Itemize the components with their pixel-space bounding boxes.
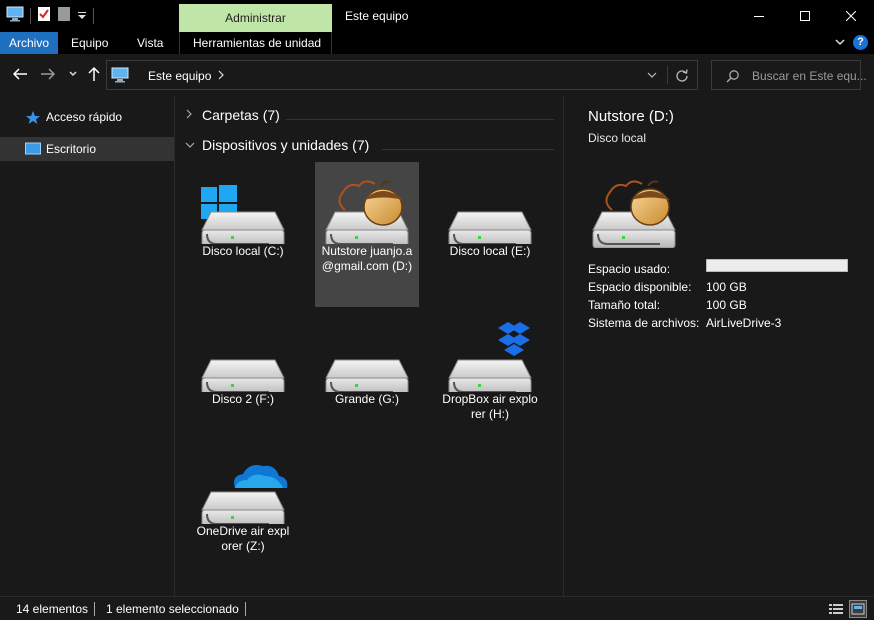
drive-label: Disco local (E:)	[449, 244, 531, 258]
maximize-button[interactable]	[782, 0, 828, 32]
search-icon	[726, 69, 740, 86]
window-title: Este equipo	[345, 9, 409, 23]
recent-locations-button[interactable]	[63, 64, 83, 84]
this-pc-icon[interactable]	[6, 6, 24, 25]
drive-icon	[191, 310, 295, 397]
details-title: Nutstore (D:)	[588, 108, 674, 125]
close-button[interactable]	[828, 0, 874, 32]
file-view: Carpetas (7) Dispositivos y unidades (7)…	[176, 96, 562, 596]
expand-ribbon-icon[interactable]	[834, 34, 846, 53]
help-icon[interactable]: ?	[853, 35, 868, 50]
group-header-dispositivos[interactable]: Dispositivos y unidades (7)	[184, 137, 369, 153]
tab-vista[interactable]: Vista	[128, 32, 172, 54]
quick-access-toolbar	[6, 6, 94, 25]
drive-tile-g[interactable]: Grande (G:)	[315, 310, 419, 411]
drive-label: Disco 2 (F:)	[211, 392, 274, 406]
group-label: Carpetas (7)	[202, 107, 280, 123]
tab-archivo[interactable]: Archivo	[0, 32, 59, 54]
breadcrumb-este-equipo[interactable]: Este equipo	[148, 69, 211, 83]
address-history-chevron-icon[interactable]	[646, 68, 658, 85]
details-view-icon[interactable]	[827, 600, 845, 618]
status-divider	[94, 602, 95, 616]
breadcrumb-chevron-icon[interactable]	[217, 68, 225, 85]
onedrive-drive-icon	[191, 442, 295, 529]
sidebar-item-acceso-rapido[interactable]: Acceso rápido	[0, 105, 174, 129]
drive-tile-d[interactable]: Nutstore juanjo.a@gmail.com (D:)	[315, 162, 419, 307]
nutstore-drive-icon	[315, 162, 419, 249]
refresh-icon[interactable]	[675, 68, 689, 85]
drive-tile-c[interactable]: Disco local (C:)	[191, 162, 295, 263]
toolbar-separator	[30, 7, 31, 24]
chevron-right-icon	[184, 107, 196, 123]
tab-herramientas-de-unidad[interactable]: Herramientas de unidad	[184, 32, 330, 54]
desktop-icon	[25, 142, 41, 159]
nutstore-drive-icon	[588, 166, 692, 249]
drive-label: Grande (G:)	[334, 392, 400, 406]
toolbar-separator	[93, 7, 94, 24]
space-used-bar	[706, 259, 848, 272]
drive-icon	[315, 310, 419, 397]
item-count: 14 elementos	[16, 602, 89, 616]
drive-tile-h[interactable]: DropBox air explorer (H:)	[438, 310, 542, 426]
search-box[interactable]: Buscar en Este equ...	[711, 60, 867, 90]
group-label: Dispositivos y unidades (7)	[202, 137, 370, 153]
drive-label: Disco local (C:)	[202, 244, 284, 258]
group-header-carpetas[interactable]: Carpetas (7)	[184, 107, 280, 123]
drive-label: DropBox air explorer (H:)	[442, 392, 538, 421]
title-bar: Administrar Este equipo	[0, 0, 874, 32]
navigation-pane: Acceso rápido Escritorio	[0, 96, 175, 596]
minimize-button[interactable]	[736, 0, 782, 32]
dropbox-drive-icon	[438, 310, 542, 397]
drive-tile-f[interactable]: Disco 2 (F:)	[191, 310, 295, 411]
drive-label: Nutstore juanjo.a@gmail.com (D:)	[321, 244, 413, 273]
status-bar: 14 elementos 1 elemento seleccionado	[0, 596, 874, 620]
manage-context-tab[interactable]: Administrar	[179, 4, 332, 32]
up-button[interactable]	[84, 64, 104, 84]
sidebar-item-label: Acceso rápido	[46, 110, 123, 124]
windows-drive-icon	[191, 162, 295, 249]
ribbon-tabs: Archivo Equipo Vista Herramientas de uni…	[0, 32, 874, 54]
selection-count: 1 elemento seleccionado	[106, 602, 239, 616]
tab-equipo[interactable]: Equipo	[62, 32, 117, 54]
details-subtitle: Disco local	[588, 131, 647, 145]
back-button[interactable]	[10, 64, 30, 84]
drive-label: OneDrive air explorer (Z:)	[196, 524, 290, 553]
drive-tile-e[interactable]: Disco local (E:)	[438, 162, 542, 263]
new-folder-icon[interactable]	[57, 6, 71, 25]
properties-icon[interactable]	[37, 6, 51, 25]
forward-button[interactable]	[38, 64, 58, 84]
sidebar-item-escritorio[interactable]: Escritorio	[0, 137, 174, 161]
search-placeholder: Buscar en Este equ...	[752, 69, 867, 83]
group-divider	[382, 149, 554, 150]
sidebar-item-label: Escritorio	[46, 142, 97, 156]
large-icons-view-icon[interactable]	[849, 600, 867, 618]
customize-toolbar-icon[interactable]	[77, 9, 87, 23]
group-divider	[286, 119, 554, 120]
details-pane: Nutstore (D:) Disco local Espacio usado:…	[563, 96, 874, 596]
star-icon	[25, 110, 41, 128]
address-bar[interactable]: Este equipo	[106, 60, 698, 90]
drive-tile-z[interactable]: OneDrive air explorer (Z:)	[191, 442, 295, 558]
chevron-down-icon	[184, 137, 196, 153]
address-divider	[667, 66, 668, 84]
drive-icon	[438, 162, 542, 249]
this-pc-icon	[111, 67, 129, 86]
status-divider	[245, 602, 246, 616]
